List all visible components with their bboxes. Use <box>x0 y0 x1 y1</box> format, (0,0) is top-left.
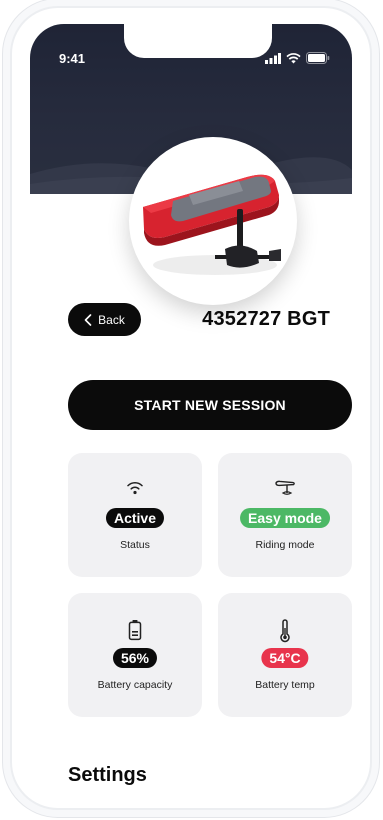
status-label: Status <box>120 539 150 551</box>
wifi-status-icon <box>286 52 301 63</box>
battery-temp-label: Battery temp <box>255 679 315 691</box>
thermometer-icon <box>280 619 290 643</box>
status-card: Active Status <box>68 453 202 577</box>
status-value-badge: Active <box>105 508 165 528</box>
status-time: 9:41 <box>59 51 86 66</box>
phone-notch <box>124 24 272 58</box>
battery-temp-value-badge: 54°C <box>261 648 309 668</box>
back-button[interactable]: Back <box>68 303 141 336</box>
device-id-title: 4352727 BGT <box>202 308 330 330</box>
riding-mode-label: Riding mode <box>255 539 315 551</box>
start-session-button[interactable]: START NEW SESSION <box>68 380 352 430</box>
back-button-label: Back <box>98 312 125 327</box>
efoil-board-illustration <box>143 174 281 275</box>
battery-status-icon <box>306 52 330 64</box>
phone-frame: 9:41 Back 4352727 BGT START NEW SESSION … <box>12 8 370 808</box>
settings-heading: Settings <box>68 764 147 786</box>
signal-icon <box>265 52 281 64</box>
app-screen: 9:41 Back 4352727 BGT START NEW SESSION … <box>30 24 352 794</box>
hydrofoil-icon <box>275 480 295 495</box>
battery-capacity-card: 56% Battery capacity <box>68 593 202 717</box>
chevron-left-icon <box>84 313 92 326</box>
battery-temp-card: 54°C Battery temp <box>218 593 352 717</box>
board-image <box>129 137 297 305</box>
riding-mode-value-badge: Easy mode <box>240 508 330 528</box>
battery-capacity-value-badge: 56% <box>112 648 158 668</box>
riding-mode-card: Easy mode Riding mode <box>218 453 352 577</box>
status-icons <box>265 52 330 64</box>
battery-capacity-label: Battery capacity <box>97 679 173 691</box>
battery-icon <box>128 620 142 641</box>
wifi-icon <box>127 481 143 495</box>
